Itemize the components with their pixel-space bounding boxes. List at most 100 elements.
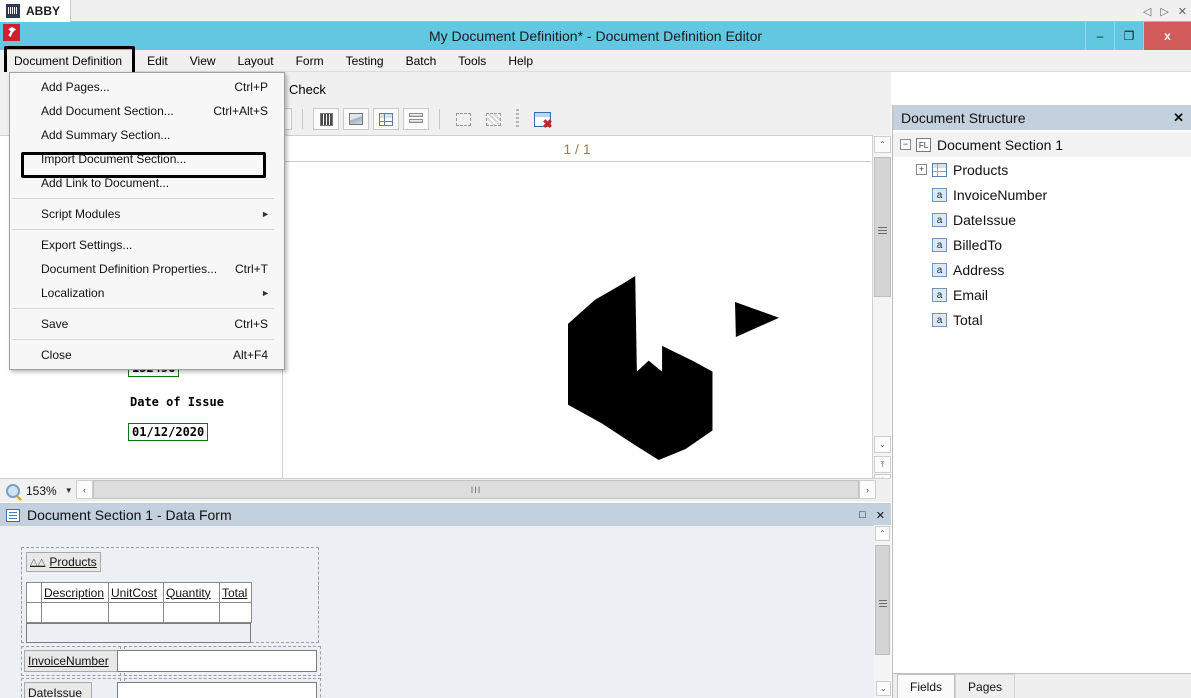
hatched-region-icon[interactable]	[480, 108, 506, 130]
close-icon[interactable]: ✕	[1173, 110, 1184, 126]
menu-item-localization[interactable]: Localization ►	[10, 281, 284, 305]
document-canvas[interactable]	[283, 162, 871, 479]
products-cell-total[interactable]	[219, 602, 252, 623]
data-form-scroll-down-button[interactable]: ⌄	[876, 681, 891, 696]
zoom-level-value: 153%	[26, 483, 57, 498]
scroll-right-button[interactable]: ›	[859, 480, 876, 499]
invoicenumber-label[interactable]: InvoiceNumber	[24, 650, 118, 672]
barcode-icon[interactable]	[313, 108, 339, 130]
menu-item-add-summary-section[interactable]: Add Summary Section...	[10, 123, 284, 147]
table-row[interactable]	[26, 602, 252, 623]
table-icon[interactable]	[373, 108, 399, 130]
menu-item-close[interactable]: Close Alt+F4	[10, 343, 284, 367]
tab-pages[interactable]: Pages	[955, 674, 1016, 698]
field-overlay-date-issue[interactable]: 01/12/2020	[128, 423, 209, 441]
document-structure-tabs: Fields Pages	[893, 673, 1191, 698]
expander-placeholder	[916, 314, 927, 325]
data-form-close-button[interactable]: ✕	[876, 509, 885, 522]
tab-fields[interactable]: Fields	[897, 674, 956, 698]
minimize-button[interactable]: –	[1085, 22, 1114, 50]
invoicenumber-input[interactable]	[117, 650, 317, 672]
tree-item-products[interactable]: + Products	[893, 157, 1191, 182]
menu-item-label: Script Modules	[41, 207, 121, 221]
nav-next-icon[interactable]: ▷	[1160, 5, 1168, 18]
data-form-header: Document Section 1 - Data Form □ ✕	[0, 504, 891, 526]
expander-icon[interactable]: +	[916, 164, 927, 175]
nav-close-icon[interactable]: ✕	[1178, 5, 1187, 18]
text-field-icon: a	[932, 287, 947, 302]
expander-icon[interactable]: −	[900, 139, 911, 150]
scroll-page-up-button[interactable]: ⤒	[874, 456, 891, 473]
selection-region-icon[interactable]	[450, 108, 476, 130]
menu-item-shortcut: Ctrl+S	[234, 317, 268, 331]
magnifier-icon[interactable]	[6, 483, 20, 498]
horizontal-scroll-thumb[interactable]: III	[93, 480, 859, 499]
expander-placeholder	[916, 189, 927, 200]
tree-item-billedto[interactable]: a BilledTo	[893, 232, 1191, 257]
menu-edit[interactable]: Edit	[136, 50, 179, 72]
products-cell-unitcost[interactable]	[108, 602, 164, 623]
tree-item-dateissue[interactable]: a DateIssue	[893, 207, 1191, 232]
products-col-rowhandle	[26, 582, 42, 603]
menubar: Document Definition Edit View Layout For…	[0, 46, 1191, 76]
document-horizontal-scrollbar[interactable]: ‹ III ›	[76, 480, 876, 499]
scroll-thumb[interactable]	[874, 157, 891, 297]
document-vertical-scrollbar[interactable]: ⌃ ⌄ ⤒ ⤓	[872, 135, 891, 488]
data-form-scroll-thumb[interactable]	[875, 545, 890, 655]
dateissue-label[interactable]: DateIssue	[24, 682, 92, 698]
data-form-panel: Document Section 1 - Data Form □ ✕ △△ Pr…	[0, 503, 891, 698]
tree-item-document-section-1[interactable]: − FL Document Section 1	[893, 132, 1191, 157]
toolbar-grip[interactable]	[516, 109, 519, 129]
delete-table-icon[interactable]	[529, 108, 555, 131]
menu-form[interactable]: Form	[285, 50, 335, 72]
menu-item-export-settings[interactable]: Export Settings...	[10, 233, 284, 257]
products-table[interactable]: Description UnitCost Quantity Total	[26, 582, 252, 623]
products-cell-quantity[interactable]	[163, 602, 220, 623]
text-field-icon: a	[932, 212, 947, 227]
menu-item-save[interactable]: Save Ctrl+S	[10, 312, 284, 336]
data-form-scroll-up-button[interactable]: ⌃	[875, 526, 890, 541]
menu-item-add-document-section[interactable]: Add Document Section... Ctrl+Alt+S	[10, 99, 284, 123]
menu-item-add-link-to-document[interactable]: Add Link to Document...	[10, 171, 284, 195]
toolbar-buttons: ✓	[266, 108, 555, 131]
tree-item-invoicenumber[interactable]: a InvoiceNumber	[893, 182, 1191, 207]
repeating-group-icon[interactable]	[403, 108, 429, 130]
menu-batch[interactable]: Batch	[395, 50, 448, 72]
nav-prev-icon[interactable]: ◁	[1143, 5, 1151, 18]
menu-layout[interactable]: Layout	[227, 50, 285, 72]
app-tab-abbyy[interactable]: ABBY	[0, 0, 72, 22]
data-form-maximize-button[interactable]: □	[859, 509, 866, 521]
expander-placeholder	[916, 239, 927, 250]
menu-separator	[12, 198, 274, 199]
picture-icon[interactable]	[343, 108, 369, 130]
scroll-up-button[interactable]: ⌃	[874, 136, 891, 153]
menu-separator	[12, 308, 274, 309]
maximize-button[interactable]: ❐	[1114, 22, 1143, 50]
tree-item-label: BilledTo	[953, 236, 1003, 253]
scroll-left-button[interactable]: ‹	[76, 480, 93, 499]
menu-help[interactable]: Help	[497, 50, 544, 72]
tree-item-email[interactable]: a Email	[893, 282, 1191, 307]
scroll-down-button[interactable]: ⌄	[874, 436, 891, 453]
products-cell-rowhandle[interactable]	[26, 602, 42, 623]
tree-item-total[interactable]: a Total	[893, 307, 1191, 332]
products-group-label[interactable]: △△ Products	[26, 552, 101, 572]
menu-document-definition[interactable]: Document Definition	[0, 50, 137, 72]
collapse-chevrons-icon[interactable]: △△	[30, 557, 45, 568]
products-table-footer[interactable]	[26, 623, 251, 643]
menu-item-script-modules[interactable]: Script Modules ►	[10, 202, 284, 226]
data-form-vertical-scrollbar[interactable]: ⌃ ⌄	[874, 525, 891, 698]
menu-separator	[12, 229, 274, 230]
zoom-dropdown-icon[interactable]: ▼	[65, 486, 73, 495]
menu-item-import-document-section[interactable]: Import Document Section...	[10, 147, 284, 171]
menu-view[interactable]: View	[179, 50, 227, 72]
products-cell-description[interactable]	[41, 602, 109, 623]
products-col-total: Total	[219, 582, 252, 603]
menu-item-add-pages[interactable]: Add Pages... Ctrl+P	[10, 75, 284, 99]
menu-item-document-definition-properties[interactable]: Document Definition Properties... Ctrl+T	[10, 257, 284, 281]
menu-tools[interactable]: Tools	[447, 50, 497, 72]
close-button[interactable]: x	[1143, 22, 1191, 50]
tree-item-address[interactable]: a Address	[893, 257, 1191, 282]
menu-testing[interactable]: Testing	[335, 50, 395, 72]
dateissue-input[interactable]	[117, 682, 317, 698]
